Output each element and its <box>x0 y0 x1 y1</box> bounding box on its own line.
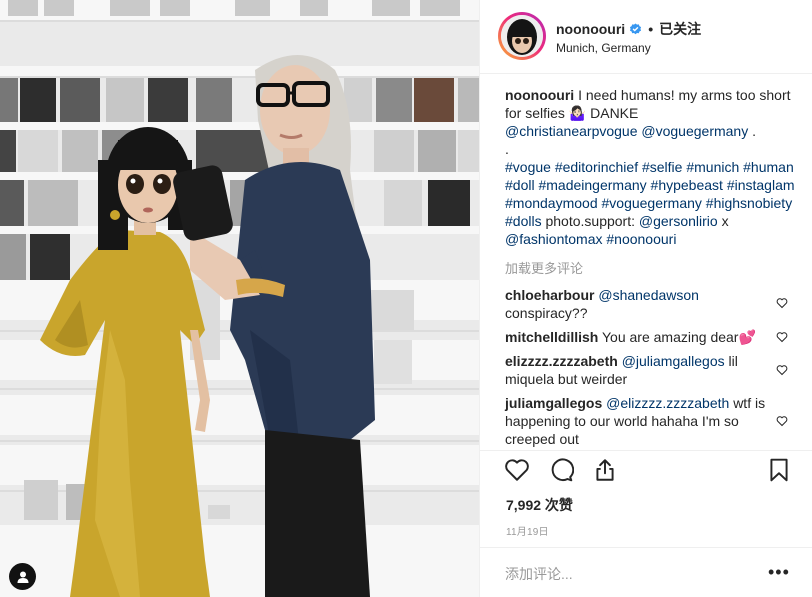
likes-count[interactable]: 7,992 次赞 <box>506 495 573 515</box>
add-comment-bar: 添加评论... ••• <box>480 547 812 597</box>
comment-like-heart-icon[interactable] <box>776 364 788 376</box>
comment-username[interactable]: mitchelldillish <box>505 329 598 345</box>
caption-support: photo.support: <box>545 213 635 229</box>
heart-icon[interactable] <box>504 457 530 483</box>
post-photo[interactable] <box>0 0 479 597</box>
add-comment-input[interactable]: 添加评论... <box>505 564 573 584</box>
comments-section: noonoouri I need humans! my arms too sho… <box>480 74 812 451</box>
comment-bubble-icon[interactable] <box>548 457 574 483</box>
comment-like-heart-icon[interactable] <box>776 331 788 343</box>
load-more-comments[interactable]: 加载更多评论 <box>505 258 583 277</box>
avatar[interactable] <box>501 15 543 57</box>
post-caption: noonoouri I need humans! my arms too sho… <box>505 86 795 248</box>
more-options-icon[interactable]: ••• <box>768 562 790 583</box>
following-button[interactable]: 已关注 <box>659 19 701 39</box>
comment-item: chloeharbour @shanedawson conspiracy?? <box>505 286 767 322</box>
post-date[interactable]: 11月19日 <box>506 523 549 538</box>
caption-dot-line: . <box>505 141 509 157</box>
bookmark-icon[interactable] <box>766 457 792 483</box>
comment-username[interactable]: juliamgallegos <box>505 395 602 411</box>
caption-username[interactable]: noonoouri <box>505 87 574 103</box>
comment-text: You are amazing dear💕 <box>602 329 756 345</box>
caption-credit-mention[interactable]: @gersonlirio <box>639 213 718 229</box>
caption-mentions[interactable]: @christianearpvogue @voguegermany <box>505 123 748 139</box>
post-header: noonoouri • 已关注 Munich, Germany <box>480 0 812 74</box>
comment-like-heart-icon[interactable] <box>776 297 788 309</box>
comment-username[interactable]: chloeharbour <box>505 287 594 303</box>
comment-like-heart-icon[interactable] <box>776 415 788 427</box>
header-username[interactable]: noonoouri <box>556 21 625 37</box>
location-link[interactable]: Munich, Germany <box>556 41 651 55</box>
caption-credit-x: x <box>721 213 729 229</box>
caption-mentions-tail: . <box>752 123 757 139</box>
comment-username[interactable]: elizzzz.zzzzabeth <box>505 353 618 369</box>
comment-text: conspiracy?? <box>505 305 588 321</box>
comment-mention[interactable]: @elizzzz.zzzzabeth <box>606 395 729 411</box>
comment-item: elizzzz.zzzzabeth @juliamgallegos lil mi… <box>505 352 767 388</box>
verified-badge-icon <box>630 22 642 34</box>
person-tag-icon[interactable] <box>9 563 36 590</box>
separator-dot: • <box>648 21 654 37</box>
caption-credit-hashtag[interactable]: #noonoouri <box>606 231 676 247</box>
comment-item: juliamgallegos @elizzzz.zzzzabeth wtf is… <box>505 394 767 448</box>
post-image <box>0 0 479 597</box>
comment-item: mitchelldillish You are amazing dear💕 <box>505 328 767 346</box>
caption-credit-mention[interactable]: @fashiontomax <box>505 231 602 247</box>
share-icon[interactable] <box>592 457 618 483</box>
avatar-story-ring[interactable] <box>498 12 546 60</box>
post-actions-bar <box>480 451 812 491</box>
comment-mention[interactable]: @juliamgallegos <box>622 353 725 369</box>
header-username-row: noonoouri • 已关注 <box>556 19 701 39</box>
post-side-panel: noonoouri • 已关注 Munich, Germany noonoour… <box>479 0 812 597</box>
comment-mention[interactable]: @shanedawson <box>598 287 699 303</box>
